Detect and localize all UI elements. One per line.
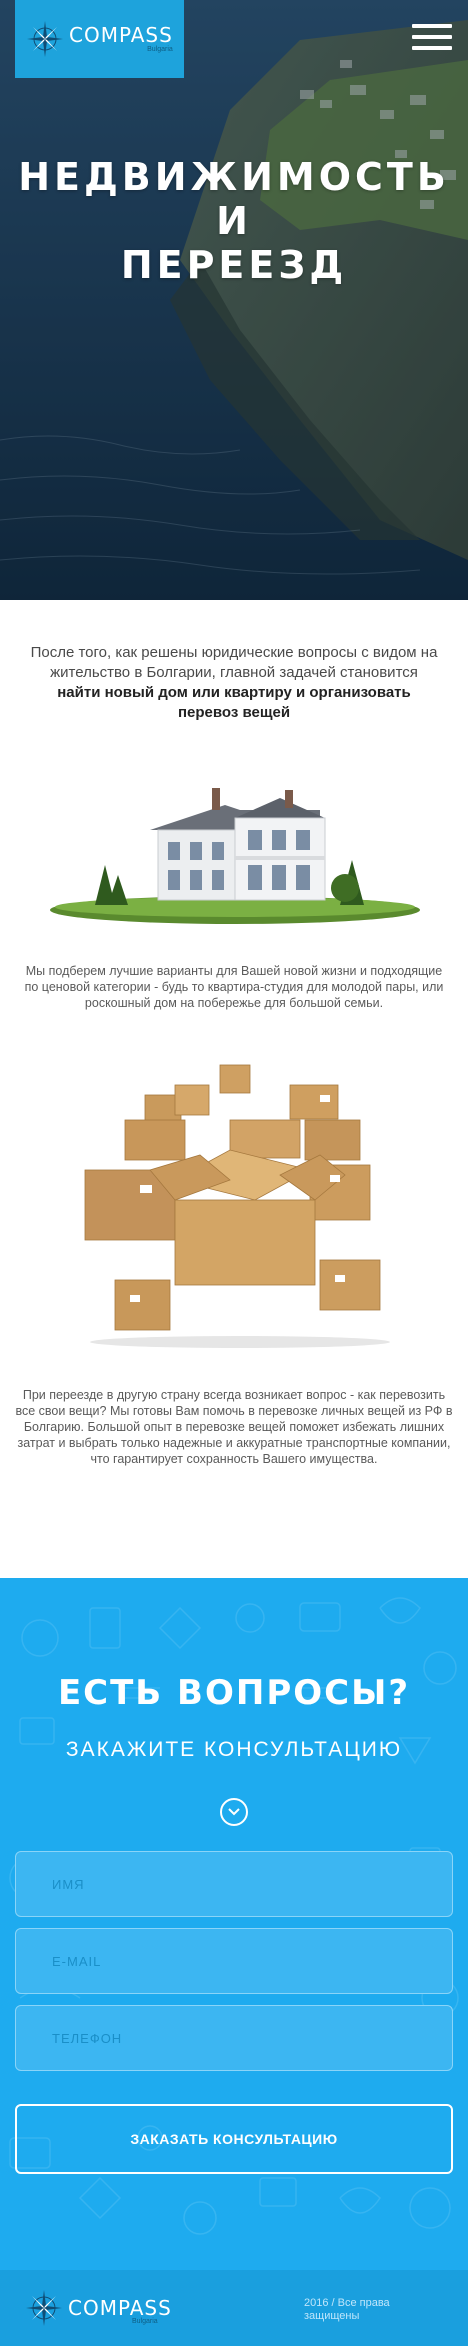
hamburger-menu-button[interactable]	[412, 24, 452, 50]
hero-title: НЕДВИЖИМОСТЬ И ПЕРЕЕЗД	[18, 155, 450, 287]
cta-title: ЕСТЬ ВОПРОСЫ?	[57, 1673, 411, 1713]
email-input[interactable]	[15, 1928, 453, 1994]
header-logo[interactable]: COMPASS Bulgaria	[15, 0, 184, 78]
moving-description: При переезде в другую страну всегда возн…	[15, 1388, 453, 1466]
footer-logo-subtitle: Bulgaria	[132, 2318, 158, 2325]
hero-section: COMPASS Bulgaria НЕДВИЖИМОСТЬ И ПЕРЕЕЗД	[0, 0, 468, 600]
order-consultation-button[interactable]: ЗАКАЗАТЬ КОНСУЛЬТАЦИЮ	[15, 2104, 453, 2174]
housing-description: Мы подберем лучшие варианты для Вашей но…	[24, 964, 444, 1010]
footer-logo-name[interactable]: COMPASS	[68, 2296, 172, 2320]
logo-name: COMPASS	[69, 23, 173, 47]
intro-text-regular: После того, как решены юридические вопро…	[30, 644, 438, 681]
logo-subtitle: Bulgaria	[147, 46, 173, 53]
intro-text-bold: найти новый дом или квартиру и организов…	[57, 684, 411, 721]
hamburger-icon	[412, 24, 452, 28]
cta-subtitle: ЗАКАЖИТЕ КОНСУЛЬТАЦИЮ	[65, 1738, 403, 1761]
compass-rose-icon	[26, 2290, 62, 2326]
house-illustration	[50, 788, 420, 924]
moving-boxes-illustration	[84, 1064, 390, 1348]
intro-text: После того, как решены юридические вопро…	[30, 643, 438, 723]
compass-rose-icon	[27, 21, 63, 57]
consultation-section: ЕСТЬ ВОПРОСЫ? ЗАКАЖИТЕ КОНСУЛЬТАЦИЮ ЗАКА…	[0, 1578, 468, 2270]
hero-coast-photo	[0, 0, 468, 600]
copyright-text: 2016 / Все права защищены	[304, 2297, 390, 2322]
phone-input[interactable]	[15, 2005, 453, 2071]
hamburger-icon	[412, 46, 452, 50]
hamburger-icon	[412, 35, 452, 39]
footer: COMPASS Bulgaria 2016 / Все права защище…	[0, 2270, 468, 2346]
name-input[interactable]	[15, 1851, 453, 1917]
chevron-down-icon[interactable]	[220, 1798, 248, 1826]
